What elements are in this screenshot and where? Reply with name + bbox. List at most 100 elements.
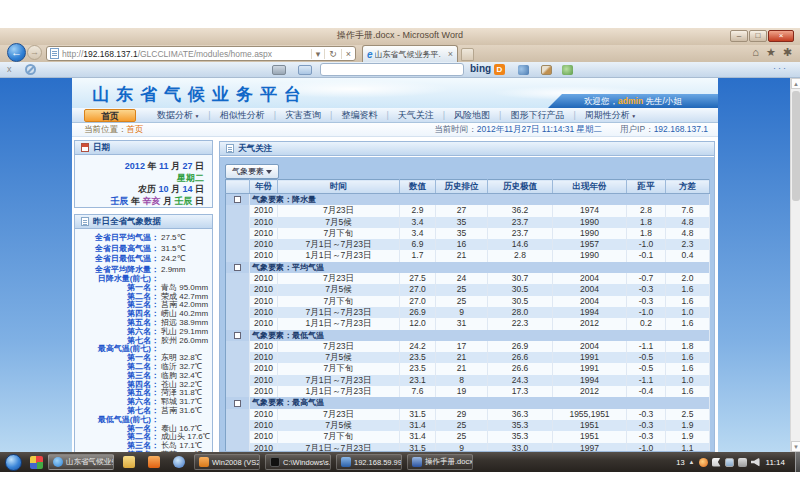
column-header[interactable]: 数值 (400, 180, 436, 194)
toolbar-card-icon[interactable] (272, 65, 286, 75)
table-cell: 2010 (250, 386, 278, 397)
address-bar[interactable]: http://192.168.137.1/GLCCLIMATE/modules/… (46, 46, 356, 61)
group-checkbox[interactable] (234, 400, 241, 407)
group-checkbox[interactable] (234, 264, 241, 271)
table-row[interactable]: 20101月1日～7月23日7.61917.32012-0.41.6 (226, 386, 710, 397)
table-row[interactable]: 20107月下旬31.42535.31951-0.31.9 (226, 431, 710, 442)
weather-panel-title: 昨日全省气象数据 (93, 216, 161, 228)
taskbar-window-1[interactable]: Win2008 (VS2... (194, 454, 260, 470)
table-row[interactable]: 20107月5候3.43523.719901.84.8 (226, 217, 710, 228)
new-tab-button[interactable] (461, 48, 474, 61)
toolbar-more-icon[interactable]: ··· (773, 63, 788, 73)
scrollbar-down-arrow[interactable]: ▼ (791, 441, 800, 452)
column-header[interactable]: 时间 (278, 180, 400, 194)
tray-app-icon[interactable] (699, 458, 708, 467)
nav-item-1[interactable]: 数据分析 ▼ (148, 109, 208, 122)
table-row[interactable]: 20107月5候31.42535.31951-0.31.9 (226, 420, 710, 431)
table-row[interactable]: 20107月下旬23.52126.61991-0.51.6 (226, 363, 710, 374)
table-row[interactable]: 20107月23日2.92736.219742.87.6 (226, 205, 710, 216)
column-header[interactable]: 年份 (250, 180, 278, 194)
back-button[interactable]: ← (7, 43, 26, 62)
table-row[interactable]: 20107月23日24.21726.92004-1.11.8 (226, 341, 710, 352)
settings-gear-icon[interactable]: ✱ (783, 46, 792, 59)
group-checkbox[interactable] (234, 196, 241, 203)
volume-icon[interactable] (751, 458, 760, 467)
toolbar-people-icon[interactable] (562, 65, 573, 75)
nav-item-6[interactable]: 风险地图 (445, 109, 499, 122)
network-icon[interactable] (738, 458, 747, 467)
favorites-star-icon[interactable]: ★ (766, 46, 776, 59)
taskbar-window-3[interactable]: 192.168.59.99... (336, 454, 402, 470)
nav-item-home[interactable]: 首页 (84, 109, 136, 122)
table-row[interactable]: 20107月1日～7月23日31.5933.01997-1.01.1 (226, 443, 710, 452)
column-header[interactable]: 方差 (666, 180, 710, 194)
maximize-button[interactable]: □ (749, 30, 767, 42)
scrollbar-thumb[interactable] (792, 91, 800, 201)
taskbar-window-0[interactable]: 山东省气候业务平… (48, 454, 114, 470)
minimize-button[interactable]: – (730, 30, 748, 42)
nav-item-5[interactable]: 天气关注 (389, 109, 443, 122)
toolbar-camera-icon[interactable] (518, 65, 529, 75)
nav-item-8[interactable]: 周期性分析 ▼ (576, 109, 645, 122)
table-cell: 1955,1951 (553, 409, 627, 420)
taskbar-clock[interactable]: 11:14 (764, 458, 791, 467)
refresh-icon[interactable]: ↻ (324, 49, 341, 59)
browser-tab[interactable]: e 山东省气候业务平... × (362, 45, 458, 62)
group-row[interactable]: 气象要素：最低气温 (226, 330, 710, 341)
tab-title: 山东省气候业务平... (375, 49, 441, 60)
taskbar-window-4[interactable]: 操作手册.docx -... (407, 454, 473, 470)
table-cell: 35.3 (488, 431, 553, 442)
bing-d-icon[interactable]: D (494, 64, 505, 75)
toolbar-paint-icon[interactable] (541, 65, 552, 75)
action-center-icon[interactable] (712, 458, 721, 467)
nav-item-4[interactable]: 整编资料 (332, 109, 386, 122)
scrollbar-up-arrow[interactable]: ▲ (791, 78, 800, 89)
nav-item-7[interactable]: 图形下行产品 (501, 109, 573, 122)
table-row[interactable]: 20101月1日～7月23日12.03122.320120.21.6 (226, 318, 710, 329)
element-dropdown-button[interactable]: 气象要素 (225, 164, 279, 179)
vertical-scrollbar[interactable]: ▲ ▼ (790, 78, 800, 452)
column-header[interactable]: 距平 (627, 180, 666, 194)
table-row[interactable]: 20107月23日27.52430.72004-0.72.0 (226, 273, 710, 284)
table-cell: 31.5 (400, 443, 436, 452)
toolbar-close-icon[interactable]: x (7, 64, 12, 74)
home-icon[interactable]: ⌂ (752, 46, 759, 59)
table-row[interactable]: 20101月1日～7月23日1.7212.81990-0.10.4 (226, 250, 710, 261)
start-button[interactable] (5, 454, 22, 471)
pinned-app-icon[interactable] (30, 456, 43, 469)
group-row[interactable]: 气象要素：降水量 (226, 194, 710, 206)
tray-expand-icon[interactable]: ▲ (689, 459, 695, 465)
tab-close-icon[interactable]: × (448, 49, 457, 59)
toolbar-mail-icon[interactable] (298, 65, 312, 75)
pinned-folder-button[interactable] (119, 454, 139, 470)
column-header[interactable]: 出现年份 (553, 180, 627, 194)
group-row[interactable]: 气象要素：平均气温 (226, 262, 710, 273)
nav-item-3[interactable]: 灾害查询 (276, 109, 330, 122)
table-row[interactable]: 20107月5候23.52126.61991-0.51.6 (226, 352, 710, 363)
table-row[interactable]: 20107月1日～7月23日6.91614.61957-1.02.3 (226, 239, 710, 250)
table-row[interactable]: 20107月5候27.02530.52004-0.31.6 (226, 284, 710, 295)
table-row[interactable]: 20107月1日～7月23日23.1824.31994-1.11.0 (226, 375, 710, 386)
bing-search-input[interactable] (320, 63, 464, 76)
show-desktop-button[interactable] (795, 452, 800, 472)
display-icon[interactable] (725, 458, 734, 467)
pinned-media-button[interactable] (169, 454, 189, 470)
column-header[interactable]: 历史排位 (436, 180, 488, 194)
group-row[interactable]: 气象要素：最高气温 (226, 397, 710, 408)
forward-button[interactable]: → (27, 45, 42, 60)
nav-item-2[interactable]: 相似性分析 (211, 109, 274, 122)
group-checkbox[interactable] (234, 332, 241, 339)
table-row[interactable]: 20107月23日31.52936.31955,1951-0.32.5 (226, 409, 710, 420)
word-window-titlebar: 操作手册.docx - Microsoft Word – □ × (0, 28, 800, 45)
table-row[interactable]: 20107月下旬3.43523.719901.84.8 (226, 228, 710, 239)
table-row[interactable]: 20107月1日～7月23日26.9928.01994-1.01.0 (226, 307, 710, 318)
close-button[interactable]: × (768, 30, 794, 42)
table-row[interactable]: 20107月下旬27.02530.52004-0.31.6 (226, 296, 710, 307)
column-header[interactable]: 历史极值 (488, 180, 553, 194)
stop-icon[interactable]: × (341, 49, 355, 59)
pinned-appor-button[interactable] (144, 454, 164, 470)
solar-date: 2012 年 11 月 27 日 (75, 161, 204, 173)
taskbar-window-2[interactable]: C:\Windows\s... (265, 454, 331, 470)
table-cell: 7月1日～7月23日 (278, 239, 400, 250)
search-dropdown-icon[interactable]: ▾ (311, 49, 325, 59)
